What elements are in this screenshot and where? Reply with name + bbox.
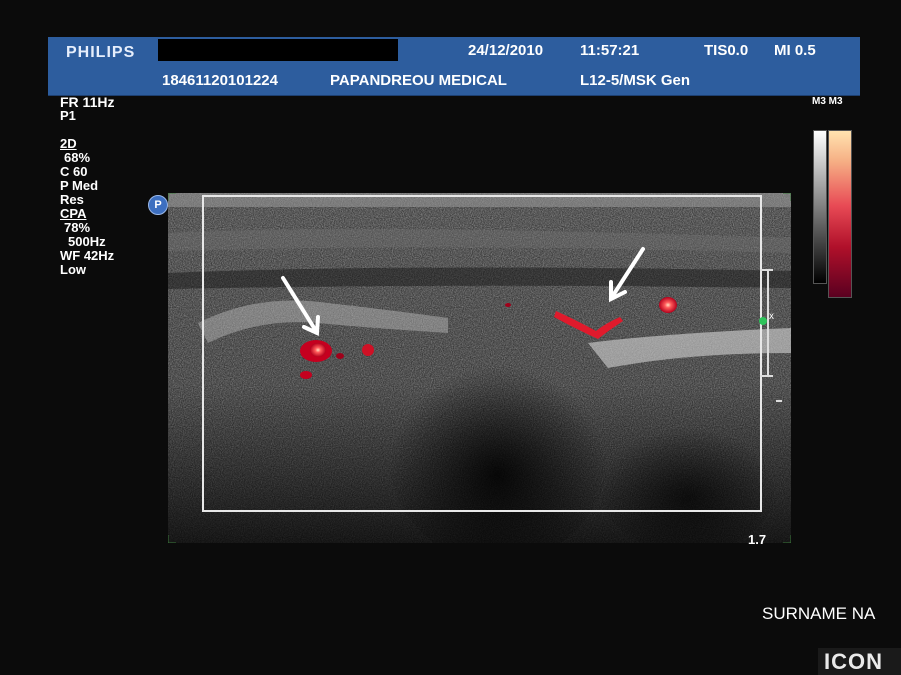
icon-badge-text: ICON: [824, 649, 883, 674]
ultrasound-screen: PHILIPS 24/12/2010 11:57:21 TIS0.0 MI 0.…: [0, 0, 901, 675]
icon-badge: ICON: [818, 648, 901, 675]
overlay-clip: SURNAME NA ICON: [0, 0, 901, 675]
surname-label: SURNAME NA: [762, 604, 876, 623]
